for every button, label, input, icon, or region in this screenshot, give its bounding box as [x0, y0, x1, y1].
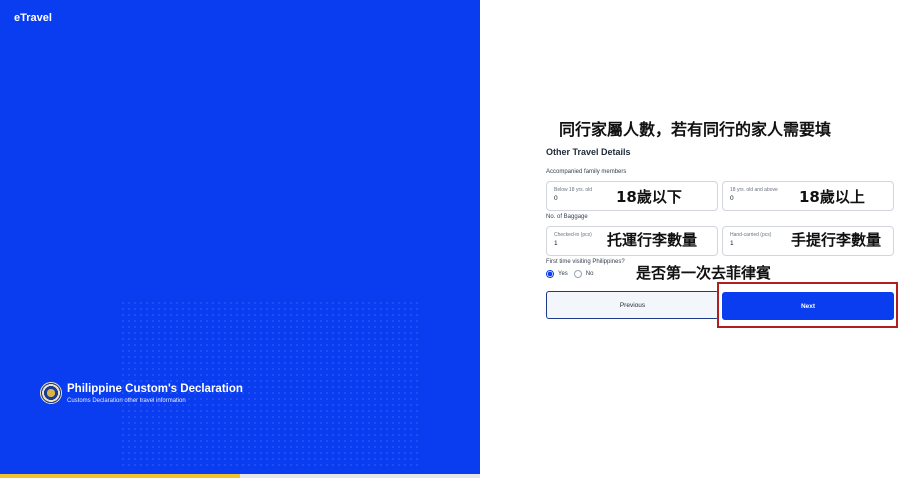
- next-button-highlight-box: [717, 282, 898, 328]
- first-visit-label: First time visiting Philippines?: [546, 259, 625, 265]
- above-18-value[interactable]: 0: [730, 195, 734, 202]
- yes-label[interactable]: Yes: [558, 271, 568, 277]
- above-18-label: 18 yrs. old and above: [730, 187, 778, 193]
- checked-in-label: Checked-in (pcs): [554, 232, 592, 238]
- below-18-value[interactable]: 0: [554, 195, 558, 202]
- brand-block: Philippine Custom's Declaration Customs …: [40, 382, 243, 404]
- first-visit-radio-group: Yes No: [546, 270, 599, 278]
- brand-title: Philippine Custom's Declaration: [67, 382, 243, 395]
- hand-carried-value[interactable]: 1: [730, 240, 734, 247]
- hand-carried-label: Hand-carried (pcs): [730, 232, 772, 238]
- yes-radio[interactable]: [546, 270, 554, 278]
- brand-subtitle: Customs Declaration other travel informa…: [67, 397, 186, 404]
- annotation-first-visit: 是否第一次去菲律賓: [636, 264, 772, 282]
- customs-seal-icon: [40, 382, 62, 404]
- section-heading: Other Travel Details: [546, 147, 631, 157]
- progress-fill: [0, 474, 240, 478]
- family-members-label: Accompanied family members: [546, 169, 627, 175]
- brand-text: Philippine Custom's Declaration Customs …: [67, 383, 243, 404]
- checked-in-value[interactable]: 1: [554, 240, 558, 247]
- annotation-below-18: 18歲以下: [616, 188, 682, 206]
- etravel-logo[interactable]: eTravel: [14, 12, 52, 24]
- annotation-checked-in: 托運行李數量: [607, 231, 698, 249]
- no-radio[interactable]: [573, 270, 582, 278]
- annotation-above-18: 18歲以上: [799, 188, 865, 206]
- brand-panel: eTravel Philippine Custom's Declaration …: [0, 0, 480, 474]
- progress-bar: [0, 474, 480, 478]
- previous-button[interactable]: Previous: [546, 291, 719, 319]
- baggage-label: No. of Baggage: [546, 214, 588, 220]
- annotation-family-members: 同行家屬人數，若有同行的家人需要填: [559, 120, 832, 139]
- below-18-label: Below 18 yrs. old: [554, 187, 593, 193]
- annotation-hand-carried: 手提行李數量: [791, 231, 882, 249]
- no-label[interactable]: No: [586, 271, 594, 277]
